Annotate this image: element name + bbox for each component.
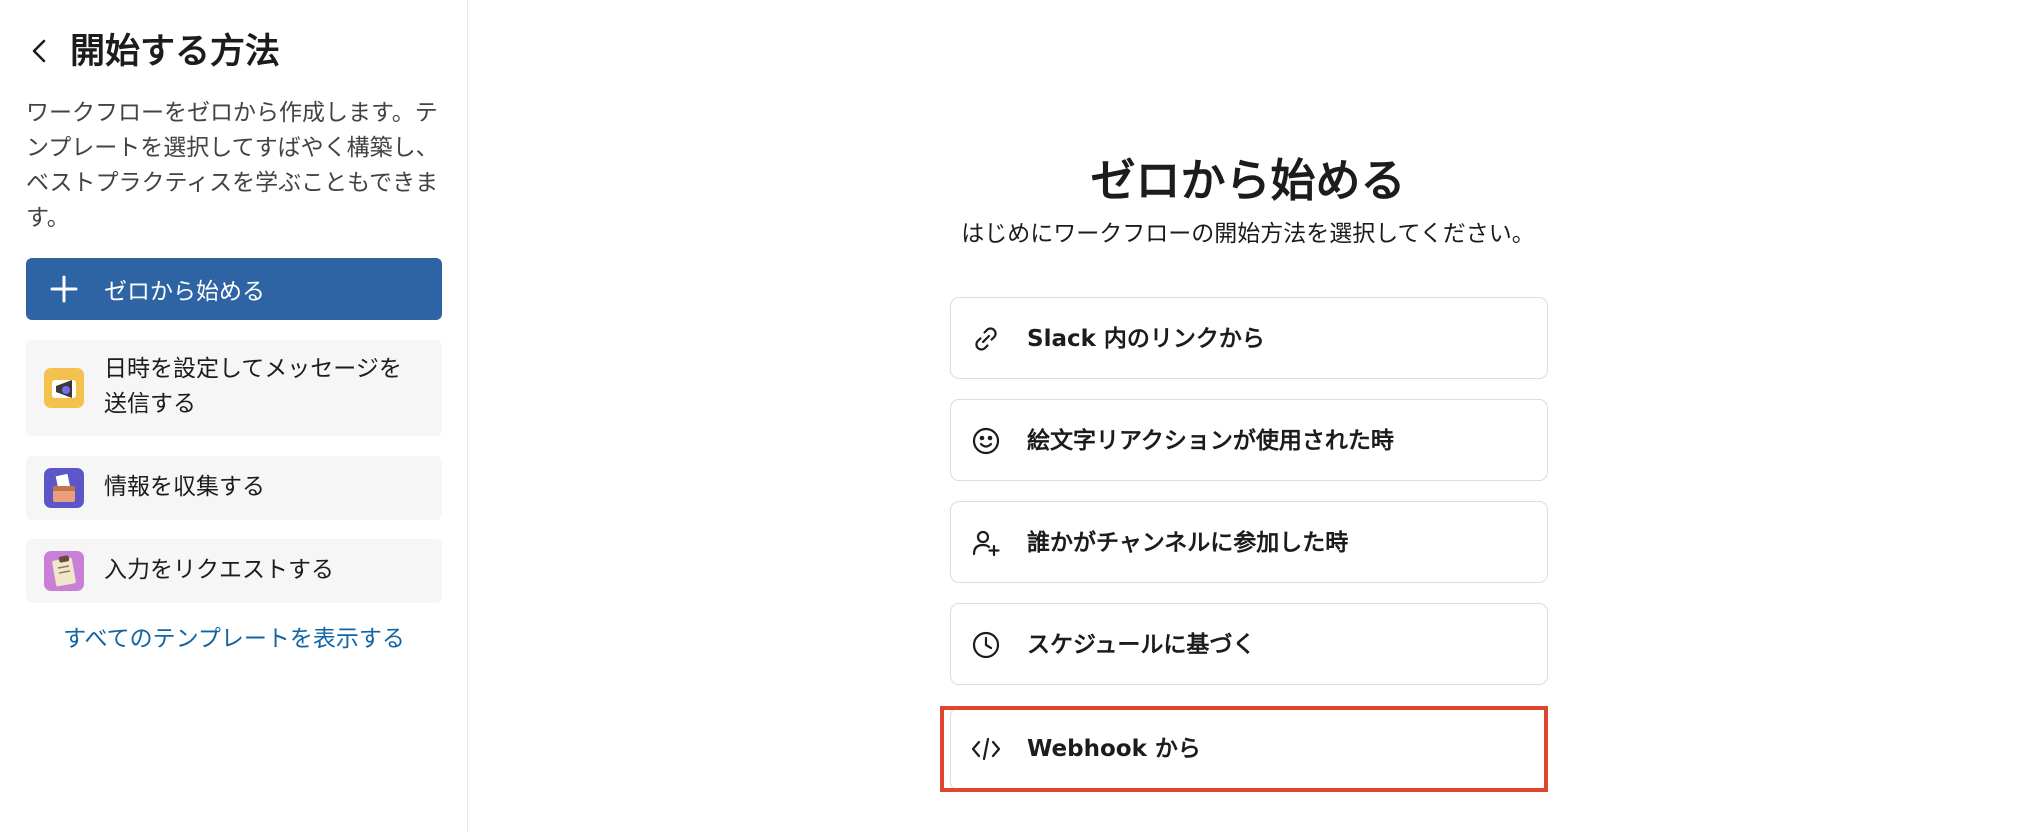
template-label: 情報を収集する (104, 474, 265, 500)
template-label: 入力をリクエストする (104, 557, 334, 583)
template-request-input[interactable]: 入力をリクエストする (26, 539, 442, 603)
sidebar: 開始する方法 ワークフローをゼロから作成します。テンプレートを選択してすばやく構… (0, 0, 468, 832)
option-label: Webhook から (1027, 736, 1201, 762)
main-subtitle: はじめにワークフローの開始方法を選択してください。 (961, 221, 1535, 247)
code-icon (969, 732, 1003, 766)
start-from-scratch-button[interactable]: ゼロから始める (26, 258, 442, 320)
trigger-option-link[interactable]: Slack 内のリンクから (950, 297, 1548, 379)
sidebar-description: ワークフローをゼロから作成します。テンプレートを選択してすばやく構築し、ベストプ… (26, 100, 439, 231)
option-label: スケジュールに基づく (1027, 632, 1256, 658)
plus-icon (26, 258, 102, 320)
user-add-icon (969, 526, 1003, 560)
trigger-option-emoji-reaction[interactable]: 絵文字リアクションが使用された時 (950, 399, 1548, 481)
link-icon (969, 322, 1003, 356)
back-button[interactable] (24, 34, 54, 68)
chevron-left-icon (32, 39, 46, 63)
calendar-megaphone-icon (44, 368, 84, 408)
main-title: ゼロから始める (1090, 154, 1406, 207)
template-scheduled-message[interactable]: 日時を設定してメッセージを送信する (26, 340, 442, 436)
start-from-scratch-label: ゼロから始める (104, 279, 265, 305)
option-label: 誰かがチャンネルに参加した時 (1027, 530, 1349, 556)
smiley-icon (969, 424, 1003, 458)
trigger-option-webhook[interactable]: Webhook から (950, 707, 1548, 791)
clock-icon (969, 628, 1003, 662)
template-collect-info[interactable]: 情報を収集する (26, 456, 442, 520)
template-label: 日時を設定してメッセージを送信する (104, 356, 402, 417)
clipboard-icon (44, 551, 84, 591)
workflow-builder-page: 開始する方法 ワークフローをゼロから作成します。テンプレートを選択してすばやく構… (0, 0, 2028, 832)
option-label: Slack 内のリンクから (1027, 326, 1265, 352)
option-label: 絵文字リアクションが使用された時 (1027, 428, 1394, 454)
view-all-templates-link[interactable]: すべてのテンプレートを表示する (0, 620, 468, 658)
ballot-box-icon (44, 468, 84, 508)
trigger-option-schedule[interactable]: スケジュールに基づく (950, 603, 1548, 685)
sidebar-title: 開始する方法 (70, 32, 281, 72)
trigger-option-channel-join[interactable]: 誰かがチャンネルに参加した時 (950, 501, 1548, 583)
